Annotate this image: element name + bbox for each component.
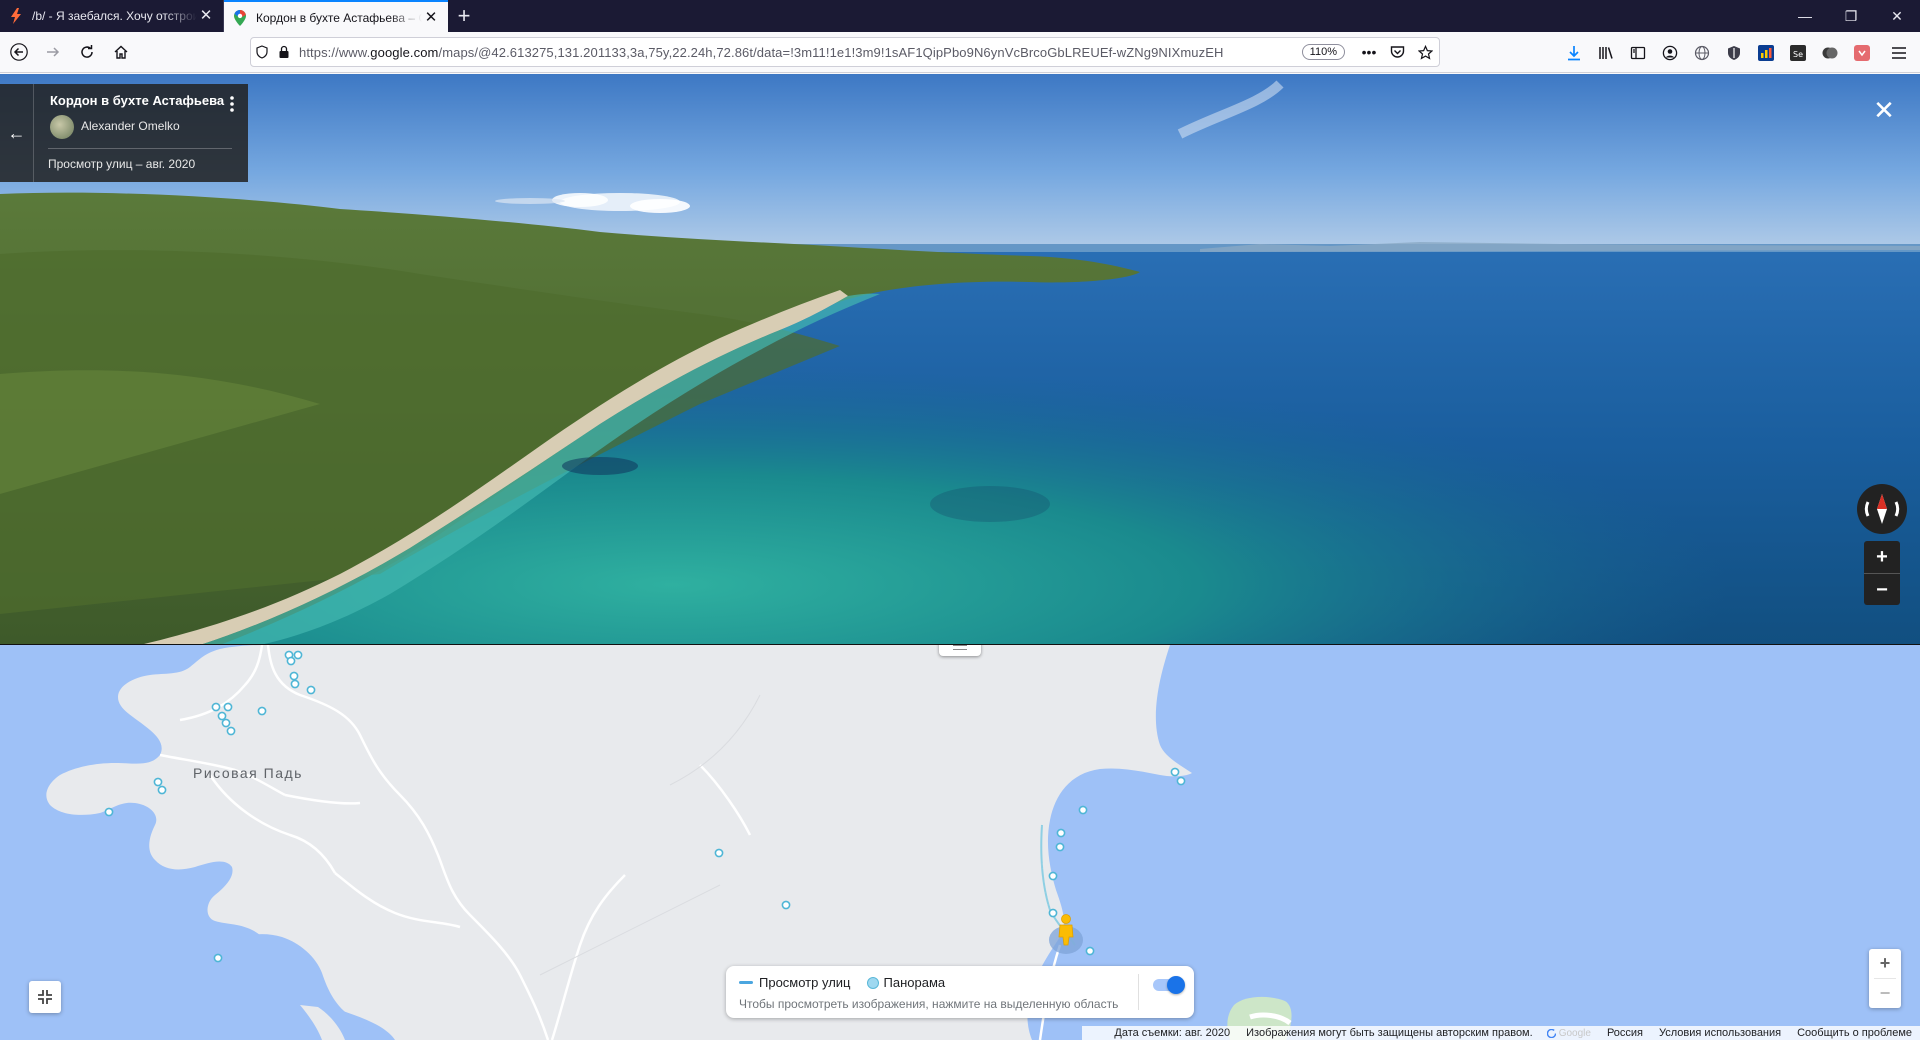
map-zoom-out-button[interactable]: −: [1869, 979, 1901, 1008]
author-avatar[interactable]: [50, 115, 74, 139]
place-info-card: ← Кордон в бухте Астафьева Alexander Ome…: [0, 84, 248, 182]
legend-panorama-label: Панорама: [883, 975, 946, 990]
reload-button[interactable]: [72, 37, 102, 67]
address-bar[interactable]: https://www.google.com/maps/@42.613275,1…: [250, 37, 1440, 67]
window-controls: — ❐ ✕: [1782, 0, 1920, 32]
panorama-zoom-in-button[interactable]: +: [1864, 541, 1900, 573]
sidebar-icon[interactable]: [1622, 45, 1654, 61]
place-title: Кордон в бухте Астафьева: [50, 93, 225, 108]
home-button[interactable]: [106, 37, 136, 67]
new-tab-button[interactable]: +: [448, 0, 480, 32]
legend-hint: Чтобы просмотреть изображения, нажмите н…: [739, 997, 1119, 1011]
google-logo: Google: [1546, 1027, 1591, 1039]
map-footer: Дата съемки: авг. 2020 Изображения могут…: [1082, 1026, 1920, 1040]
card-divider: [48, 148, 232, 149]
split-resize-handle[interactable]: [939, 645, 981, 656]
toolbar-extensions: Se: [1558, 32, 1920, 73]
pages-extension-icon[interactable]: [1814, 45, 1846, 61]
panorama-zoom-out-button[interactable]: −: [1864, 574, 1900, 606]
street-view-layer-toggle[interactable]: [1153, 976, 1185, 994]
google-maps-pin-icon: [232, 9, 248, 26]
hamburger-menu-icon[interactable]: [1878, 46, 1920, 60]
back-button[interactable]: [4, 37, 34, 67]
collapse-map-button[interactable]: [29, 981, 61, 1013]
close-street-view-button[interactable]: ✕: [1872, 97, 1896, 123]
map-view[interactable]: Рисовая Падь + − Просмотр улиц Панорама …: [0, 645, 1920, 1040]
legend-divider: [1138, 974, 1139, 1010]
back-arrow-button[interactable]: ←: [0, 84, 34, 182]
tab-imageboard[interactable]: /b/ - Я заебался. Хочу отстроиться ✕: [0, 0, 224, 32]
pocket-icon[interactable]: [1383, 45, 1411, 59]
street-view-line-icon: [739, 981, 753, 984]
url-path: /maps/@42.613275,131.201133,3a,75y,22.24…: [438, 44, 1224, 60]
town-label: Рисовая Падь: [193, 765, 303, 781]
selenium-extension-icon[interactable]: Se: [1782, 44, 1814, 61]
arrow-right-icon: [47, 47, 60, 57]
lightning-icon: [8, 8, 24, 24]
url-host: google.com: [370, 44, 439, 60]
page-actions-button[interactable]: •••: [1355, 44, 1383, 60]
compass-icon: [1864, 494, 1900, 524]
library-icon[interactable]: [1590, 45, 1622, 61]
exit-fullscreen-icon: [38, 990, 52, 1004]
url-text[interactable]: https://www.google.com/maps/@42.613275,1…: [295, 45, 1302, 60]
footer-capture-date: Дата съемки: авг. 2020: [1114, 1027, 1231, 1039]
url-prefix: https://www.: [299, 44, 371, 60]
legend-row: Просмотр улиц Панорама: [739, 975, 945, 990]
zoom-level-button[interactable]: 110%: [1301, 44, 1345, 60]
arrow-left-icon: [10, 43, 28, 61]
google-logo-text: Google: [1558, 1027, 1591, 1039]
tab-google-maps[interactable]: Кордон в бухте Астафьева – Google Карты …: [224, 0, 448, 33]
browser-window: /b/ - Я заебался. Хочу отстроиться ✕ Кор…: [0, 0, 1920, 1040]
bookmark-star-icon[interactable]: [1411, 44, 1439, 60]
shield-extension-icon[interactable]: [1718, 45, 1750, 61]
reload-icon: [81, 45, 93, 58]
toggle-knob: [1167, 976, 1185, 994]
author-name[interactable]: Alexander Omelko: [81, 119, 180, 133]
home-icon: [114, 45, 128, 59]
chart-extension-icon[interactable]: [1750, 44, 1782, 61]
minimize-button[interactable]: —: [1782, 0, 1828, 32]
navigation-toolbar: https://www.google.com/maps/@42.613275,1…: [0, 32, 1920, 73]
more-options-icon[interactable]: [230, 96, 234, 112]
tab-close-button[interactable]: ✕: [422, 9, 440, 26]
panorama-dot-icon: [866, 976, 879, 989]
map-zoom-in-button[interactable]: +: [1869, 949, 1901, 978]
tracking-shield-icon[interactable]: [251, 45, 273, 59]
forward-button[interactable]: [38, 37, 68, 67]
tab-title: /b/ - Я заебался. Хочу отстроиться: [32, 9, 197, 23]
legend-street-view-label: Просмотр улиц: [759, 975, 851, 990]
tab-strip: /b/ - Я заебался. Хочу отстроиться ✕ Кор…: [0, 0, 1920, 33]
footer-terms-link[interactable]: Условия использования: [1659, 1027, 1781, 1039]
account-icon[interactable]: [1654, 45, 1686, 61]
download-icon[interactable]: [1558, 45, 1590, 61]
capture-date: Просмотр улиц – авг. 2020: [48, 157, 196, 171]
street-view-panorama[interactable]: ← Кордон в бухте Астафьева Alexander Ome…: [0, 74, 1920, 645]
panorama-zoom-control: + −: [1864, 541, 1900, 605]
globe-extension-icon[interactable]: [1686, 45, 1718, 61]
panorama-image: [0, 74, 1920, 645]
svg-text:Se: Se: [1793, 50, 1803, 59]
map-zoom-control: + −: [1869, 949, 1901, 1008]
compass-control[interactable]: [1857, 484, 1907, 534]
lock-icon[interactable]: [273, 45, 295, 59]
tab-title: Кордон в бухте Астафьева – Google Карты: [256, 10, 422, 25]
footer-country[interactable]: Россия: [1607, 1027, 1643, 1039]
close-window-button[interactable]: ✕: [1874, 0, 1920, 32]
footer-report-link[interactable]: Сообщить о проблеме: [1797, 1027, 1912, 1039]
footer-copyright: Изображения могут быть защищены авторски…: [1246, 1027, 1533, 1039]
red-extension-icon[interactable]: [1846, 44, 1878, 61]
street-view-legend: Просмотр улиц Панорама Чтобы просмотреть…: [726, 966, 1194, 1018]
maximize-button[interactable]: ❐: [1828, 0, 1874, 32]
tab-close-button[interactable]: ✕: [197, 8, 215, 24]
